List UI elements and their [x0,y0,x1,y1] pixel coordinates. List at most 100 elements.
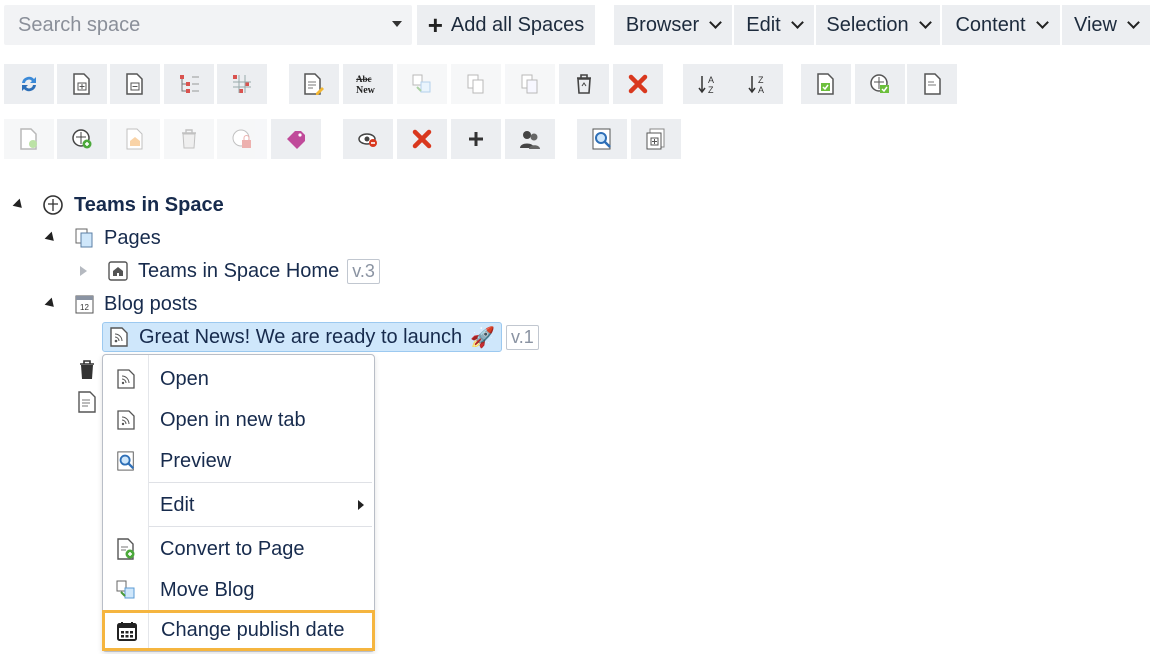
remove-page-icon [126,73,143,95]
approve-space-button[interactable] [855,64,905,104]
calendar-icon [117,621,137,641]
label-button[interactable] [271,119,321,159]
expand-icon[interactable] [80,266,87,276]
page-info-button[interactable] [907,64,957,104]
move-icon [412,74,431,93]
space-icon [43,195,63,215]
convert-button[interactable] [4,119,54,159]
trash-icon[interactable] [78,360,96,380]
search-input[interactable] [18,13,368,37]
search-dropdown-icon[interactable] [392,21,402,27]
tree-node-space[interactable]: Teams in Space [12,192,224,218]
delete-x-icon [628,74,648,94]
page-convert-icon [116,538,134,560]
menu-item-preview[interactable]: Preview [103,441,374,481]
browser-menu[interactable]: Browser [614,5,732,45]
svg-text:Abc: Abc [356,74,372,84]
sort-ascending-button[interactable]: AZ [683,64,733,104]
move-icon [116,580,134,599]
delete-button[interactable] [613,64,663,104]
tree-node-pages[interactable]: Pages [44,225,161,251]
tree-node-blog-posts[interactable]: 12 Blog posts [44,291,197,317]
menu-separator [149,482,372,483]
space-add-icon [72,129,92,149]
preview-icon [592,128,611,150]
space-check-icon [870,74,889,93]
page-check-icon [817,73,834,95]
tree-grid-button[interactable] [217,64,267,104]
trash-icon [182,129,196,149]
delete-space-button[interactable] [164,119,214,159]
menu-item-convert-to-page[interactable]: Convert to Page [103,529,374,569]
menu-item-change-publish-date[interactable]: Change publish date [102,610,375,651]
tree-structure-icon [180,75,199,93]
remove-button[interactable] [397,119,447,159]
blog-post-icon [110,327,128,347]
edit-page-icon [304,73,324,95]
collapse-icon[interactable] [44,297,58,311]
tree-node-blog-post[interactable]: Great News! We are ready to launch 🚀 v.1 [102,322,539,352]
content-menu[interactable]: Content [942,5,1060,45]
page-icon [924,73,941,95]
edit-page-button[interactable] [289,64,339,104]
add-page-button[interactable] [57,64,107,104]
home-page-icon [108,261,128,281]
selected-item[interactable]: Great News! We are ready to launch 🚀 [102,322,503,352]
tree-structure-button[interactable] [164,64,214,104]
page-add-icon [20,128,37,150]
eye-remove-icon [358,133,377,147]
tree-grid-icon [233,75,251,93]
svg-text:A: A [758,85,764,95]
move-button[interactable] [397,64,447,104]
add-space-button[interactable] [57,119,107,159]
approve-page-button[interactable] [801,64,851,104]
chevron-down-icon [790,15,804,29]
submenu-arrow-icon [358,500,364,510]
paste-button[interactable] [505,64,555,104]
restore-button[interactable] [559,64,609,104]
refresh-button[interactable] [4,64,54,104]
preview-button[interactable] [577,119,627,159]
menu-item-open-new-tab[interactable]: Open in new tab [103,400,374,440]
page-icon[interactable] [77,391,97,413]
add-button[interactable] [451,119,501,159]
tree-node-home[interactable]: Teams in Space Home v.3 [80,258,380,284]
add-all-spaces-button[interactable]: + Add all Spaces [417,5,595,45]
chevron-down-icon [709,15,723,29]
chevron-down-icon [1035,15,1049,29]
remove-page-button[interactable] [110,64,160,104]
version-badge: v.3 [347,258,380,284]
users-button[interactable] [505,119,555,159]
menu-item-edit[interactable]: Edit [103,485,374,525]
menu-item-open[interactable]: Open [103,359,374,399]
page-tree-add-button[interactable] [631,119,681,159]
svg-text:Z: Z [708,85,714,95]
pages-icon [75,228,93,248]
add-page-icon [73,73,90,95]
hide-button[interactable] [343,119,393,159]
view-menu[interactable]: View [1062,5,1150,45]
selection-menu[interactable]: Selection [816,5,940,45]
rocket-icon: 🚀 [470,326,496,349]
search-field[interactable] [4,5,412,45]
svg-text:Z: Z [758,75,764,85]
sort-descending-button[interactable]: ZA [733,64,783,104]
space-lock-icon [232,129,251,148]
preview-icon [116,451,134,471]
collapse-icon[interactable] [12,198,26,212]
blog-post-icon [116,410,135,430]
space-permissions-button[interactable] [217,119,267,159]
version-badge: v.1 [506,324,539,350]
edit-menu[interactable]: Edit [734,5,814,45]
copy-button[interactable] [451,64,501,104]
home-page-icon [126,128,143,150]
copy-icon [467,74,484,94]
set-home-button[interactable] [110,119,160,159]
blog-post-icon [116,369,135,389]
sort-az-icon: AZ [698,75,714,95]
svg-text:New: New [356,85,376,95]
chevron-down-icon [1127,15,1140,29]
collapse-icon[interactable] [44,231,58,245]
rename-button[interactable]: Abc New [343,64,393,104]
menu-item-move-blog[interactable]: Move Blog [103,570,374,610]
